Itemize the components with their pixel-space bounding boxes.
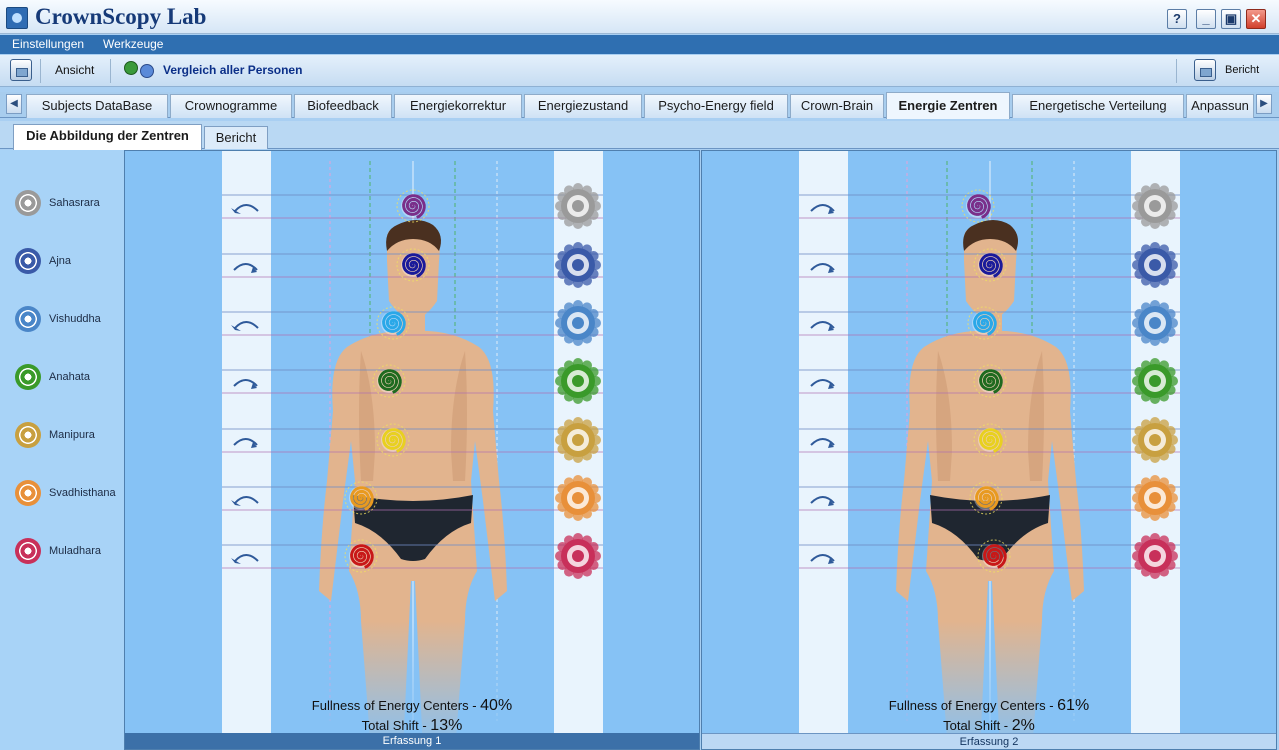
tab-energie-zentren[interactable]: Energie Zentren — [886, 92, 1010, 119]
tab-energetische-verteilung[interactable]: Energetische Verteilung — [1012, 94, 1184, 118]
panel-footer[interactable]: Erfassung 2 — [702, 733, 1276, 749]
fullness-value: 40% — [480, 697, 513, 714]
toolbar-separator — [110, 59, 111, 83]
legend-label: Muladhara — [49, 545, 101, 557]
shift-value: 2% — [1011, 717, 1035, 734]
muladhara-chakra-icon — [15, 538, 41, 564]
tab-subjects-database[interactable]: Subjects DataBase — [26, 94, 168, 118]
app-icon — [6, 7, 28, 29]
view-button[interactable]: Ansicht — [55, 63, 94, 77]
sub-tab-bar: Die Abbildung der Zentren Bericht — [0, 121, 1279, 150]
svadhisthana-chakra-icon — [15, 480, 41, 506]
legend-label: Manipura — [49, 429, 95, 441]
toolbar-separator — [1176, 59, 1177, 83]
tab-scroll-right-icon[interactable]: ▶ — [1256, 94, 1272, 114]
legend-muladhara: Muladhara — [15, 538, 123, 564]
legend-label: Svadhisthana — [49, 487, 116, 499]
maximize-button[interactable]: ▣ — [1221, 9, 1241, 29]
menu-werkzeuge[interactable]: Werkzeuge — [103, 37, 163, 51]
shift-value: 13% — [430, 717, 463, 734]
legend-svadhisthana: Svadhisthana — [15, 480, 123, 506]
panel-erfassung-2: Fullness of Energy Centers - 61% Total S… — [701, 150, 1277, 750]
tab-energiezustand[interactable]: Energiezustand — [524, 94, 642, 118]
legend-label: Vishuddha — [49, 313, 101, 325]
rotation-column — [222, 151, 271, 735]
vishuddha-chakra-icon — [15, 306, 41, 332]
rotation-column — [799, 151, 848, 735]
close-button[interactable]: ✕ — [1246, 9, 1266, 29]
app-title: CrownScopy Lab — [35, 4, 207, 29]
tab-scroll-left-icon[interactable]: ◀ — [6, 94, 22, 114]
menu-bar: Einstellungen Werkzeuge — [0, 35, 1279, 54]
compare-all-persons-button[interactable]: Vergleich aller Personen — [163, 63, 302, 77]
tab-crown-brain[interactable]: Crown-Brain — [790, 94, 884, 118]
legend-ajna: Ajna — [15, 248, 123, 274]
legend-anahata: Anahata — [15, 364, 123, 390]
chakra-legend: Sahasrara Ajna Vishuddha Anahata Manipura Sva… — [0, 150, 125, 750]
manipura-chakra-icon — [15, 422, 41, 448]
legend-label: Sahasrara — [49, 197, 100, 209]
sahasrara-chakra-icon — [15, 190, 41, 216]
panel-erfassung-1: Fullness of Energy Centers - 40% Total S… — [124, 150, 700, 750]
tab-biofeedback[interactable]: Biofeedback — [294, 94, 392, 118]
main-tab-bar: ◀ Subjects DataBase Crownogramme Biofeedba… — [0, 92, 1279, 119]
menu-einstellungen[interactable]: Einstellungen — [12, 37, 84, 51]
title-bar: CrownScopy Lab ? _ ▣ ✕ — [0, 0, 1279, 34]
fullness-stat: Fullness of Energy Centers - 61% — [888, 697, 1090, 714]
fullness-value: 61% — [1057, 697, 1090, 714]
tab-energiekorrektur[interactable]: Energiekorrektur — [394, 94, 522, 118]
tab-crownogramme[interactable]: Crownogramme — [170, 94, 292, 118]
help-button[interactable]: ? — [1167, 9, 1187, 29]
legend-sahasrara: Sahasrara — [15, 190, 123, 216]
tab-psycho-energy-field[interactable]: Psycho-Energy field — [644, 94, 788, 118]
printer-icon[interactable] — [10, 59, 32, 81]
ajna-chakra-icon — [15, 248, 41, 274]
legend-vishuddha: Vishuddha — [15, 306, 123, 332]
report-icon[interactable] — [1194, 59, 1216, 81]
legend-label: Anahata — [49, 371, 90, 383]
subtab-bericht[interactable]: Bericht — [204, 126, 268, 149]
legend-label: Ajna — [49, 255, 72, 267]
subtab-abbildung[interactable]: Die Abbildung der Zentren — [13, 124, 202, 150]
panel-footer[interactable]: Erfassung 1 — [125, 733, 699, 749]
tab-anpassun[interactable]: Anpassun — [1186, 94, 1254, 118]
panel-figure-svg — [222, 151, 603, 749]
report-button[interactable]: Bericht — [1225, 64, 1259, 76]
toolbar-separator — [40, 59, 41, 83]
toolbar: Ansicht Vergleich aller Personen Bericht — [0, 55, 1279, 87]
people-icon[interactable] — [122, 58, 158, 84]
legend-manipura: Manipura — [15, 422, 123, 448]
fullness-stat: Fullness of Energy Centers - 40% — [311, 697, 513, 714]
panel-figure-svg — [799, 151, 1180, 749]
minimize-button[interactable]: _ — [1196, 9, 1216, 29]
app-window: CrownScopy Lab ? _ ▣ ✕ Einstellungen Wer… — [0, 0, 1279, 750]
anahata-chakra-icon — [15, 364, 41, 390]
